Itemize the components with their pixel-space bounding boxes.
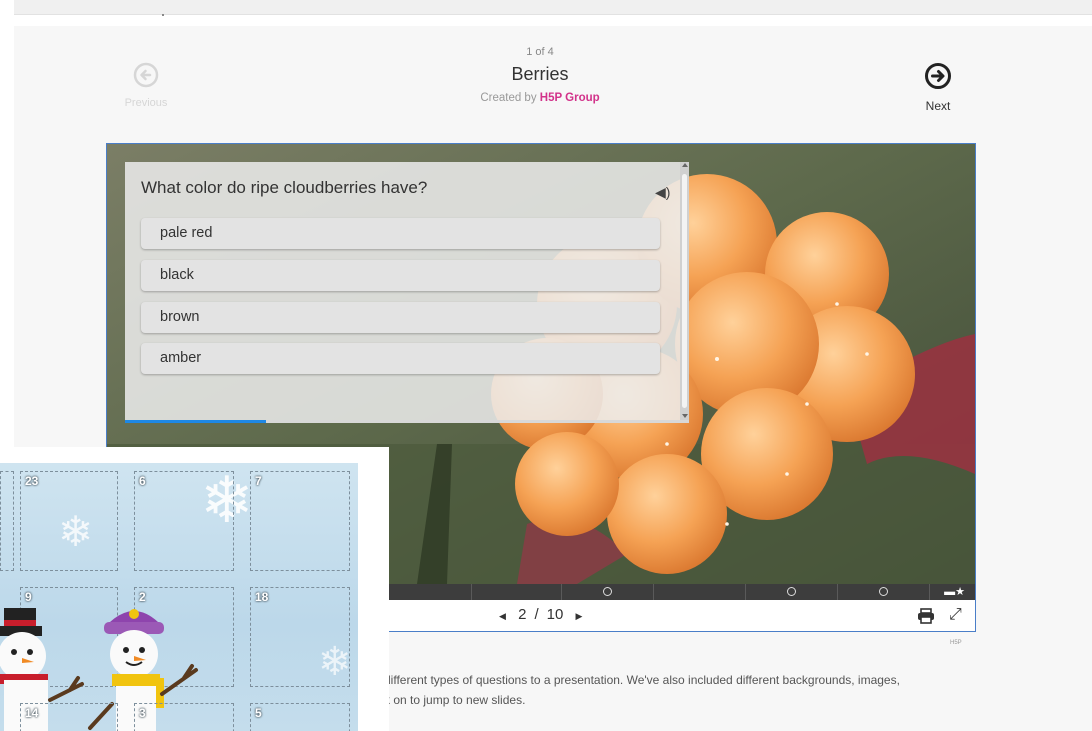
pager-separator: /: [534, 606, 539, 623]
description-line: different types of questions to a presen…: [384, 673, 900, 687]
door-number: 3: [139, 706, 146, 720]
slide-task-marker[interactable]: [603, 587, 612, 596]
quiz-panel: What color do ripe cloudberries have? ◀)…: [125, 162, 689, 423]
door-number: 5: [255, 706, 262, 720]
printer-icon[interactable]: [917, 608, 935, 624]
author-link[interactable]: H5P Group: [540, 92, 600, 104]
advent-calendar-image: ❄ ❄ ❄ 23 6 7 9 2 18 14 3 5: [0, 463, 358, 731]
next-button[interactable]: Next: [912, 62, 964, 113]
calendar-door[interactable]: 6: [134, 471, 234, 571]
h5p-logo: H5P: [950, 640, 962, 646]
door-number: 14: [25, 706, 39, 720]
quiz-question: What color do ripe cloudberries have?: [141, 178, 428, 197]
answer-option[interactable]: brown: [141, 302, 660, 333]
star-icon[interactable]: ▬★: [944, 585, 965, 598]
quiz-scrollbar[interactable]: [680, 162, 689, 420]
calendar-door[interactable]: [0, 471, 14, 571]
top-dot: [162, 14, 164, 16]
arrow-left-circle-icon: [133, 62, 159, 88]
slide-pager: ◀ 2 / 10 ▶: [495, 606, 586, 623]
next-label: Next: [925, 99, 951, 113]
timeline-divider: [561, 584, 562, 600]
next-slide-arrow-icon[interactable]: ▶: [575, 611, 582, 621]
timeline-divider: [471, 584, 472, 600]
timeline-divider: [929, 584, 930, 600]
door-number: 18: [255, 590, 269, 604]
current-slide: 2: [518, 606, 527, 623]
page-title: Berries: [511, 64, 569, 84]
answer-option[interactable]: black: [141, 260, 660, 291]
scroll-down-arrow-icon[interactable]: [682, 414, 688, 418]
created-by: Created by H5P Group: [440, 92, 640, 104]
timeline-divider: [653, 584, 654, 600]
scroll-up-arrow-icon[interactable]: [682, 163, 688, 167]
calendar-door[interactable]: 23: [20, 471, 118, 571]
presentation-counter: 1 of 4: [526, 46, 554, 58]
calendar-door[interactable]: 5: [250, 703, 350, 731]
top-toolbar-strip: [14, 0, 1092, 15]
description-line: k on to jump to new slides.: [384, 693, 526, 707]
page-description: different types of questions to a presen…: [384, 670, 1004, 710]
door-number: 9: [25, 590, 32, 604]
advent-calendar-overlay: ❄ ❄ ❄ 23 6 7 9 2 18 14 3 5: [0, 447, 389, 731]
previous-button[interactable]: Previous: [118, 62, 174, 109]
expand-icon[interactable]: ⤢: [949, 606, 962, 624]
answer-option[interactable]: amber: [141, 343, 660, 374]
slide-task-marker[interactable]: [787, 587, 796, 596]
prev-slide-arrow-icon[interactable]: ◀: [499, 611, 506, 621]
created-by-prefix: Created by: [480, 92, 537, 104]
calendar-door[interactable]: 7: [250, 471, 350, 571]
door-number: 2: [139, 590, 146, 604]
quiz-progress-bar: [125, 420, 266, 423]
door-number: 6: [139, 474, 146, 488]
timeline-divider: [745, 584, 746, 600]
previous-label: Previous: [124, 97, 168, 109]
timeline-divider: [837, 584, 838, 600]
scroll-thumb[interactable]: [682, 174, 687, 408]
presentation-header: 1 of 4 Berries Created by H5P Group: [440, 46, 640, 104]
slide-task-marker[interactable]: [879, 587, 888, 596]
calendar-door[interactable]: 3: [134, 703, 234, 731]
calendar-door[interactable]: 18: [250, 587, 350, 687]
answer-option[interactable]: pale red: [141, 218, 660, 249]
calendar-door[interactable]: 14: [20, 703, 118, 731]
door-number: 7: [255, 474, 262, 488]
door-number: 23: [25, 474, 39, 488]
arrow-right-circle-icon: [925, 63, 951, 89]
total-slides: 10: [546, 606, 564, 623]
speaker-icon[interactable]: ◀): [655, 184, 670, 201]
